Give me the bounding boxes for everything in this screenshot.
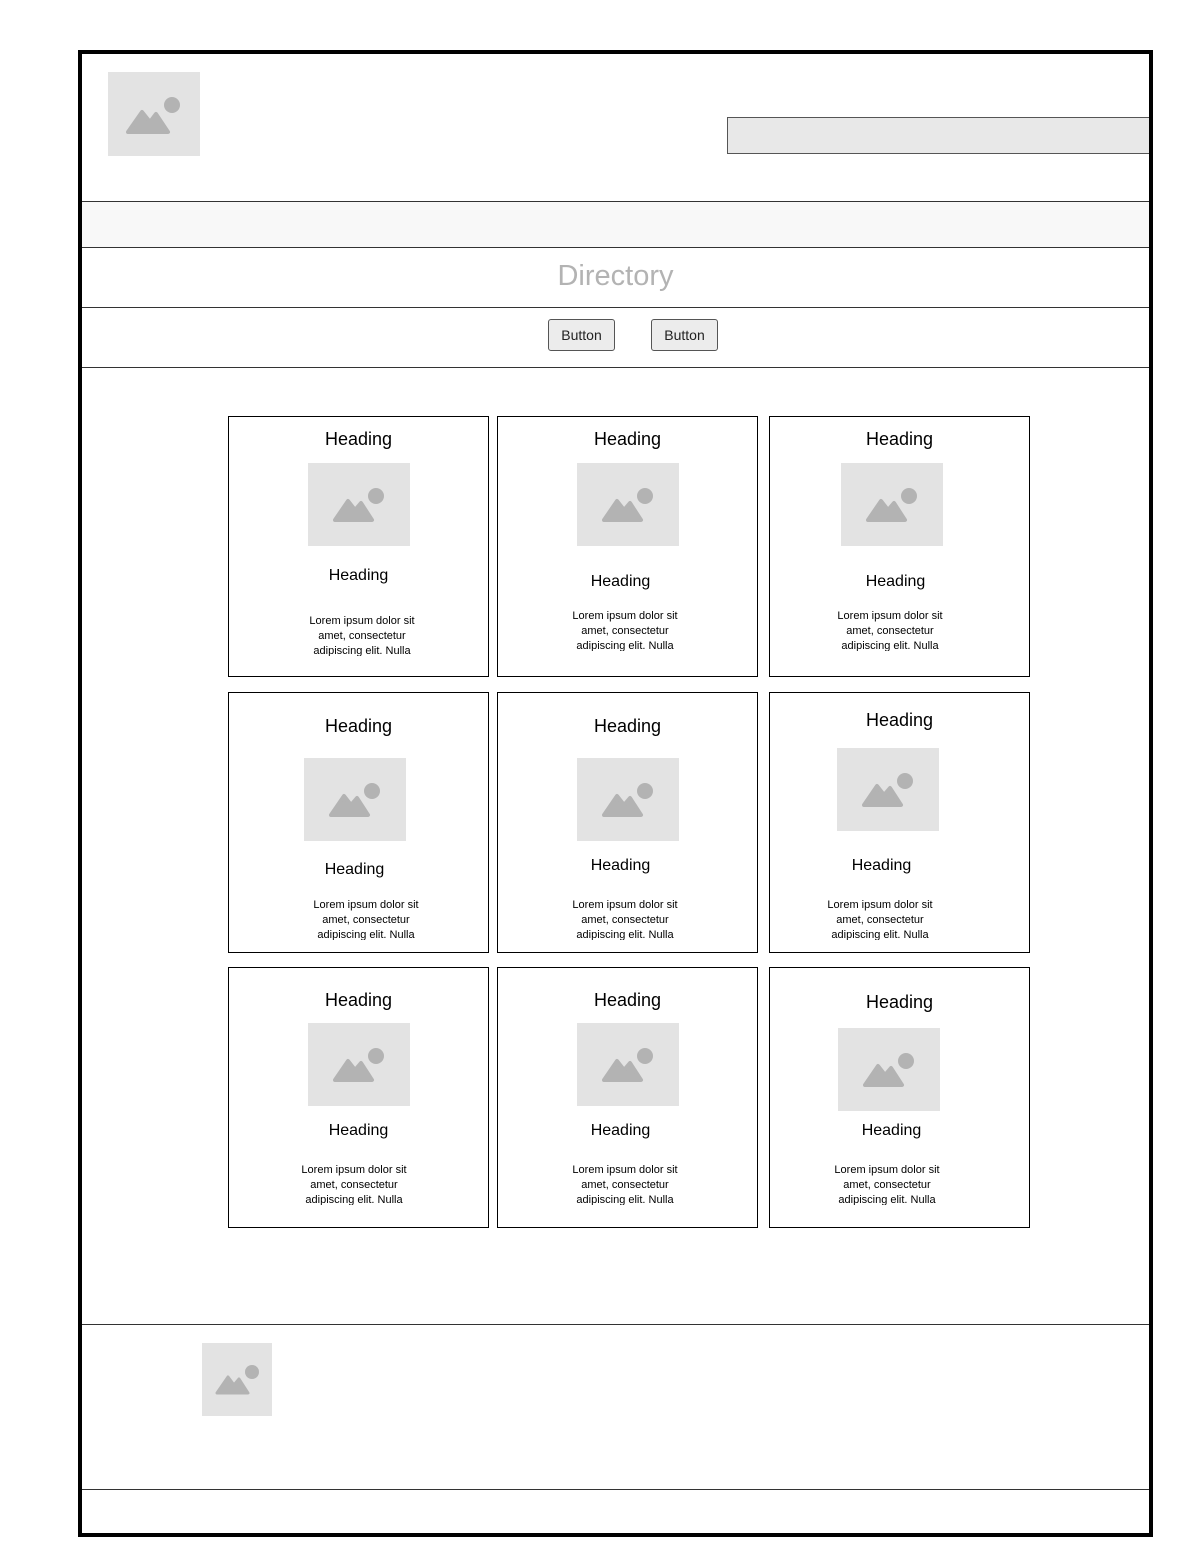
- title-divider: [82, 307, 1149, 308]
- directory-card[interactable]: Heading Heading Lorem ipsum dolor sit amet…: [497, 967, 758, 1228]
- card-description: Lorem ipsum dolor sit amet, consectetur …: [313, 899, 419, 940]
- card-description: Lorem ipsum dolor sit amet, consectetur …: [572, 610, 678, 651]
- card-heading: Heading: [324, 990, 393, 1010]
- card-heading: Heading: [593, 716, 662, 736]
- card-heading: Heading: [865, 710, 934, 730]
- image-placeholder-icon: [863, 1053, 914, 1087]
- image-placeholder-icon: [126, 97, 180, 134]
- search-input[interactable]: [727, 117, 1149, 154]
- card-subheading: Heading: [324, 861, 385, 878]
- card-image: [838, 1028, 940, 1111]
- card-image: [577, 463, 679, 546]
- card-heading: Heading: [324, 429, 393, 449]
- card-subheading: Heading: [328, 1122, 389, 1139]
- image-placeholder-icon: [602, 488, 653, 522]
- image-placeholder-icon: [602, 783, 653, 817]
- card-subheading: Heading: [865, 573, 926, 590]
- card-heading: Heading: [593, 990, 662, 1010]
- page-frame: Directory Button Button Heading Heading Lo…: [78, 50, 1153, 1537]
- image-placeholder-icon: [215, 1365, 259, 1395]
- card-subheading: Heading: [328, 567, 389, 584]
- card-heading: Heading: [593, 429, 662, 449]
- card-subheading: Heading: [861, 1122, 922, 1139]
- card-image: [841, 463, 943, 546]
- card-heading: Heading: [865, 992, 934, 1012]
- card-subheading: Heading: [590, 573, 651, 590]
- card-description: Lorem ipsum dolor sit amet, consectetur …: [572, 1164, 678, 1205]
- card-subheading: Heading: [590, 1122, 651, 1139]
- directory-card[interactable]: Heading Heading Lorem ipsum dolor sit amet…: [769, 967, 1030, 1228]
- card-heading: Heading: [865, 429, 934, 449]
- nav-divider: [82, 247, 1149, 248]
- directory-card[interactable]: Heading Heading Lorem ipsum dolor sit amet…: [228, 692, 489, 953]
- card-description: Lorem ipsum dolor sit amet, consectetur …: [827, 899, 933, 940]
- directory-card[interactable]: Heading Heading Lorem ipsum dolor sit amet…: [769, 416, 1030, 677]
- card-description: Lorem ipsum dolor sit amet, consectetur …: [572, 899, 678, 940]
- toolbar-button-1[interactable]: Button: [548, 319, 615, 351]
- image-placeholder-icon: [862, 773, 913, 807]
- footer-bottom-divider: [82, 1489, 1149, 1490]
- directory-card[interactable]: Heading Heading Lorem ipsum dolor sit amet…: [769, 692, 1030, 953]
- card-image: [308, 1023, 410, 1106]
- card-description: Lorem ipsum dolor sit amet, consectetur …: [834, 1164, 940, 1205]
- toolbar-button-2[interactable]: Button: [651, 319, 718, 351]
- card-description: Lorem ipsum dolor sit amet, consectetur …: [837, 610, 943, 651]
- card-image: [308, 463, 410, 546]
- content-footer-divider: [82, 1324, 1149, 1325]
- image-placeholder-icon: [329, 783, 380, 817]
- card-image: [304, 758, 406, 841]
- header-logo: [108, 72, 200, 156]
- footer-logo: [202, 1343, 272, 1416]
- directory-card[interactable]: Heading Heading Lorem ipsum dolor sit amet…: [228, 967, 489, 1228]
- directory-card[interactable]: Heading Heading Lorem ipsum dolor sit amet…: [497, 692, 758, 953]
- image-placeholder-icon: [602, 1048, 653, 1082]
- image-placeholder-icon: [333, 1048, 384, 1082]
- image-placeholder-icon: [866, 488, 917, 522]
- card-image: [577, 1023, 679, 1106]
- directory-card[interactable]: Heading Heading Lorem ipsum dolor sit amet…: [228, 416, 489, 677]
- card-image: [837, 748, 939, 831]
- image-placeholder-icon: [333, 488, 384, 522]
- card-description: Lorem ipsum dolor sit amet, consectetur …: [309, 615, 415, 656]
- nav-bar: [82, 202, 1149, 247]
- card-subheading: Heading: [851, 857, 912, 874]
- card-image: [577, 758, 679, 841]
- toolbar-divider: [82, 367, 1149, 368]
- card-description: Lorem ipsum dolor sit amet, consectetur …: [301, 1164, 407, 1205]
- card-subheading: Heading: [590, 857, 651, 874]
- card-heading: Heading: [324, 716, 393, 736]
- page-title: Directory: [557, 260, 674, 292]
- directory-card[interactable]: Heading Heading Lorem ipsum dolor sit amet…: [497, 416, 758, 677]
